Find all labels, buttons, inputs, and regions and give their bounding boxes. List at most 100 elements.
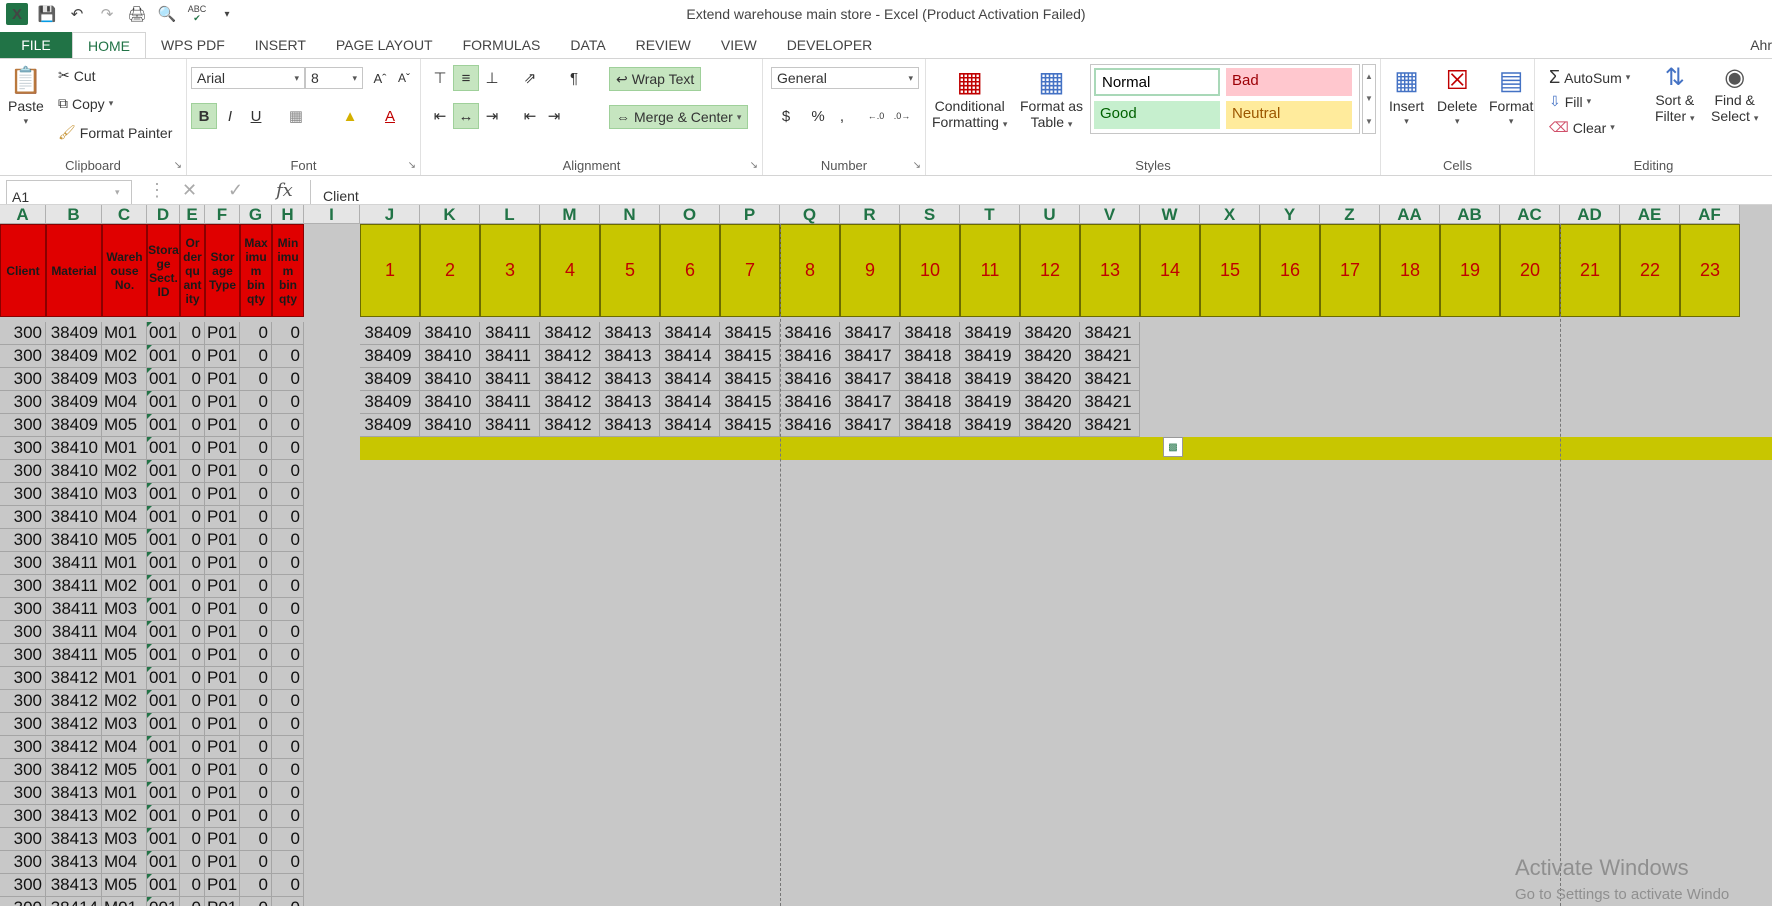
table-cell[interactable]: 001: [147, 644, 180, 667]
bin-cell[interactable]: 38414: [660, 414, 720, 437]
table-cell[interactable]: 001: [147, 460, 180, 483]
table-cell[interactable]: 001: [147, 874, 180, 897]
table-cell[interactable]: P01: [205, 322, 240, 345]
column-header-W[interactable]: W: [1140, 205, 1200, 224]
bin-cell[interactable]: 38409: [360, 345, 420, 368]
table-cell[interactable]: M02: [102, 690, 147, 713]
bin-number-cell[interactable]: 11: [960, 224, 1020, 317]
clear-button[interactable]: ⌫ Clear ▾: [1549, 119, 1615, 136]
column-header-AD[interactable]: AD: [1560, 205, 1620, 224]
bin-number-cell[interactable]: 13: [1080, 224, 1140, 317]
table-cell[interactable]: 38410: [46, 437, 102, 460]
insert-cells-button[interactable]: ▦ Insert ▾: [1389, 65, 1424, 127]
bin-cell[interactable]: 38415: [720, 391, 780, 414]
table-cell[interactable]: 0: [180, 322, 205, 345]
column-header-E[interactable]: E: [180, 205, 205, 224]
table-cell[interactable]: 0: [272, 851, 304, 874]
bin-cell[interactable]: 38415: [720, 322, 780, 345]
table-cell[interactable]: M03: [102, 713, 147, 736]
table-cell[interactable]: 001: [147, 345, 180, 368]
align-left-icon[interactable]: ⇤: [427, 103, 453, 129]
table-cell[interactable]: 300: [0, 690, 46, 713]
table-cell[interactable]: 0: [240, 598, 272, 621]
bin-cell[interactable]: 38409: [360, 414, 420, 437]
bin-cell[interactable]: 38418: [900, 322, 960, 345]
table-cell[interactable]: 38412: [46, 713, 102, 736]
bin-cell[interactable]: 38416: [780, 368, 840, 391]
table-cell[interactable]: 300: [0, 322, 46, 345]
table-cell[interactable]: 38409: [46, 391, 102, 414]
table-cell[interactable]: M01: [102, 437, 147, 460]
table-cell[interactable]: M03: [102, 483, 147, 506]
column-header-C[interactable]: C: [102, 205, 147, 224]
table-cell[interactable]: 0: [240, 322, 272, 345]
bin-cell[interactable]: 38419: [960, 391, 1020, 414]
column-header-AA[interactable]: AA: [1380, 205, 1440, 224]
table-cell[interactable]: 001: [147, 736, 180, 759]
table-cell[interactable]: 001: [147, 575, 180, 598]
bin-cell[interactable]: 38411: [480, 368, 540, 391]
table-cell[interactable]: 0: [240, 529, 272, 552]
bin-number-cell[interactable]: 5: [600, 224, 660, 317]
table-cell[interactable]: 300: [0, 483, 46, 506]
percent-button[interactable]: %: [805, 103, 831, 129]
bin-cell[interactable]: 38421: [1080, 345, 1140, 368]
increase-decimal-icon[interactable]: ←.0: [863, 103, 889, 129]
bin-cell[interactable]: 38420: [1020, 414, 1080, 437]
decrease-indent-icon[interactable]: ⇤: [517, 103, 543, 129]
table-cell[interactable]: M01: [102, 897, 147, 906]
table-cell[interactable]: 0: [180, 690, 205, 713]
bin-number-cell[interactable]: 17: [1320, 224, 1380, 317]
column-header-AF[interactable]: AF: [1680, 205, 1740, 224]
table-cell[interactable]: 0: [240, 713, 272, 736]
table-cell[interactable]: M02: [102, 345, 147, 368]
table-cell[interactable]: 0: [180, 782, 205, 805]
bin-cell[interactable]: 38419: [960, 345, 1020, 368]
header-cell[interactable]: Min imu m bin qty: [272, 224, 304, 317]
table-cell[interactable]: 0: [240, 506, 272, 529]
table-cell[interactable]: 300: [0, 437, 46, 460]
table-cell[interactable]: M05: [102, 414, 147, 437]
table-cell[interactable]: 300: [0, 391, 46, 414]
table-cell[interactable]: 0: [240, 874, 272, 897]
table-cell[interactable]: 300: [0, 851, 46, 874]
table-cell[interactable]: M05: [102, 529, 147, 552]
table-cell[interactable]: 38413: [46, 805, 102, 828]
bin-cell[interactable]: 38414: [660, 322, 720, 345]
table-cell[interactable]: 001: [147, 598, 180, 621]
table-cell[interactable]: 38411: [46, 621, 102, 644]
bin-cell[interactable]: 38413: [600, 322, 660, 345]
align-middle-icon[interactable]: ≡: [453, 65, 479, 91]
format-painter-button[interactable]: 🖌 Format Painter: [58, 124, 172, 141]
format-as-table-button[interactable]: ▦ Format as Table ▾: [1020, 65, 1083, 130]
table-cell[interactable]: 0: [180, 897, 205, 906]
sort-filter-button[interactable]: ⇅ Sort & Filter ▾: [1655, 63, 1695, 124]
font-size-select[interactable]: 8 ▾: [305, 67, 363, 89]
paste-button[interactable]: 📋 Paste ▾: [8, 65, 44, 127]
table-cell[interactable]: 0: [272, 322, 304, 345]
table-cell[interactable]: 38414: [46, 897, 102, 906]
table-cell[interactable]: 0: [272, 874, 304, 897]
table-cell[interactable]: 0: [272, 460, 304, 483]
table-cell[interactable]: 300: [0, 874, 46, 897]
table-cell[interactable]: 0: [180, 874, 205, 897]
bin-cell[interactable]: 38409: [360, 322, 420, 345]
table-cell[interactable]: P01: [205, 621, 240, 644]
table-cell[interactable]: 001: [147, 782, 180, 805]
table-cell[interactable]: 0: [272, 598, 304, 621]
table-cell[interactable]: 300: [0, 897, 46, 906]
table-cell[interactable]: 0: [240, 621, 272, 644]
bin-cell[interactable]: 38421: [1080, 391, 1140, 414]
table-cell[interactable]: 001: [147, 667, 180, 690]
table-cell[interactable]: 0: [180, 368, 205, 391]
table-cell[interactable]: 0: [180, 529, 205, 552]
table-cell[interactable]: 001: [147, 437, 180, 460]
table-cell[interactable]: 38409: [46, 414, 102, 437]
table-cell[interactable]: 001: [147, 552, 180, 575]
align-center-icon[interactable]: ↔: [453, 103, 479, 129]
table-cell[interactable]: 38413: [46, 851, 102, 874]
table-cell[interactable]: 001: [147, 391, 180, 414]
table-cell[interactable]: 300: [0, 414, 46, 437]
column-header-U[interactable]: U: [1020, 205, 1080, 224]
table-cell[interactable]: P01: [205, 897, 240, 906]
